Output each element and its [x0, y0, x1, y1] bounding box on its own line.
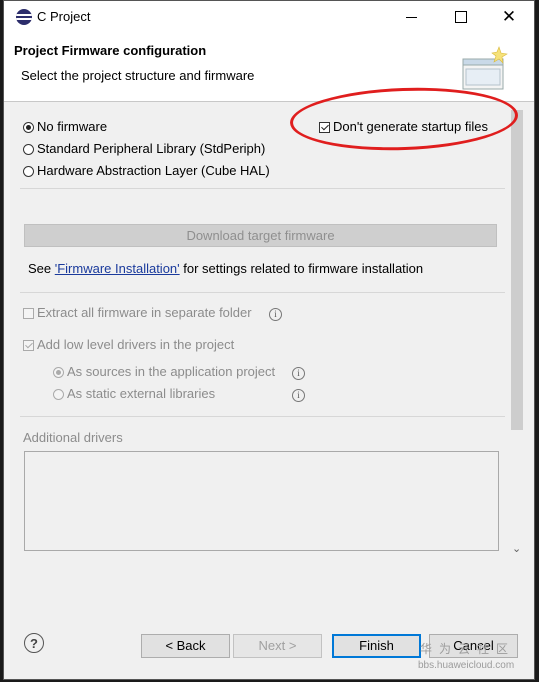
watermark-text: 华为云社区 [420, 642, 516, 656]
radio-as-sources: As sources in the application project [53, 364, 275, 379]
finish-button[interactable]: Finish [332, 634, 421, 658]
maximize-button[interactable] [438, 1, 484, 33]
radio-indicator[interactable] [23, 144, 34, 156]
back-button[interactable]: < Back [141, 634, 230, 658]
wizard-banner-icon [462, 46, 508, 90]
divider [20, 188, 505, 189]
firmware-installation-note: See 'Firmware Installation' for settings… [28, 261, 423, 276]
wizard-header: Project Firmware configuration Select th… [4, 33, 534, 102]
scroll-down-icon[interactable]: ⌄ [512, 542, 521, 555]
divider [20, 292, 505, 293]
eclipse-icon [16, 9, 32, 25]
help-icon[interactable]: ? [24, 633, 44, 653]
firmware-installation-link[interactable]: 'Firmware Installation' [55, 261, 180, 276]
maximize-icon [455, 11, 467, 23]
divider [20, 416, 505, 417]
info-icon[interactable]: i [292, 386, 305, 402]
radio-label: No firmware [37, 119, 108, 134]
dialog-window: C Project ✕ Project Firmware configurati… [3, 0, 535, 680]
window-title: C Project [37, 9, 91, 24]
next-button: Next > [233, 634, 322, 658]
minimize-icon [405, 16, 417, 18]
checkbox-indicator[interactable] [319, 122, 330, 134]
info-glyph: i [292, 389, 305, 402]
additional-drivers-label: Additional drivers [23, 430, 123, 445]
minimize-button[interactable] [388, 1, 434, 33]
page-title: Project Firmware configuration [14, 43, 207, 58]
checkbox-indicator [23, 308, 34, 320]
radio-indicator [53, 389, 64, 401]
radio-indicator[interactable] [23, 166, 34, 178]
startup-files-checkbox[interactable]: Don't generate startup files [319, 119, 488, 134]
watermark-url: bbs.huaweicloud.com [418, 660, 515, 671]
checkbox-label: Extract all firmware in separate folder [37, 305, 252, 320]
download-firmware-button: Download target firmware [24, 224, 497, 247]
radio-stdperiph[interactable]: Standard Peripheral Library (StdPeriph) [23, 141, 265, 156]
checkbox-label: Add low level drivers in the project [37, 337, 235, 352]
add-drivers-checkbox: Add low level drivers in the project [23, 337, 234, 352]
info-glyph: i [269, 308, 282, 321]
page-subtitle: Select the project structure and firmwar… [21, 68, 255, 83]
info-glyph: i [292, 367, 305, 380]
close-icon: ✕ [501, 7, 517, 26]
checkbox-label: Don't generate startup files [333, 119, 488, 134]
radio-label: Hardware Abstraction Layer (Cube HAL) [37, 163, 270, 178]
close-button[interactable]: ✕ [486, 1, 532, 33]
info-icon[interactable]: i [269, 305, 282, 321]
radio-as-static: As static external libraries [53, 386, 215, 401]
note-prefix: See [28, 261, 55, 276]
radio-label: Standard Peripheral Library (StdPeriph) [37, 141, 266, 156]
scrollbar-thumb[interactable] [511, 110, 523, 430]
note-suffix: for settings related to firmware install… [179, 261, 424, 276]
additional-drivers-list [24, 451, 499, 551]
radio-indicator [53, 367, 64, 379]
radio-label: As sources in the application project [67, 364, 276, 379]
radio-no-firmware[interactable]: No firmware [23, 119, 107, 134]
title-bar: C Project ✕ [4, 1, 534, 33]
checkbox-indicator [23, 340, 34, 352]
info-icon[interactable]: i [292, 364, 305, 380]
extract-firmware-checkbox: Extract all firmware in separate folder [23, 305, 252, 320]
radio-cube-hal[interactable]: Hardware Abstraction Layer (Cube HAL) [23, 163, 270, 178]
content-area: No firmware Standard Peripheral Library … [4, 102, 534, 568]
radio-indicator[interactable] [23, 122, 34, 134]
radio-label: As static external libraries [67, 386, 216, 401]
